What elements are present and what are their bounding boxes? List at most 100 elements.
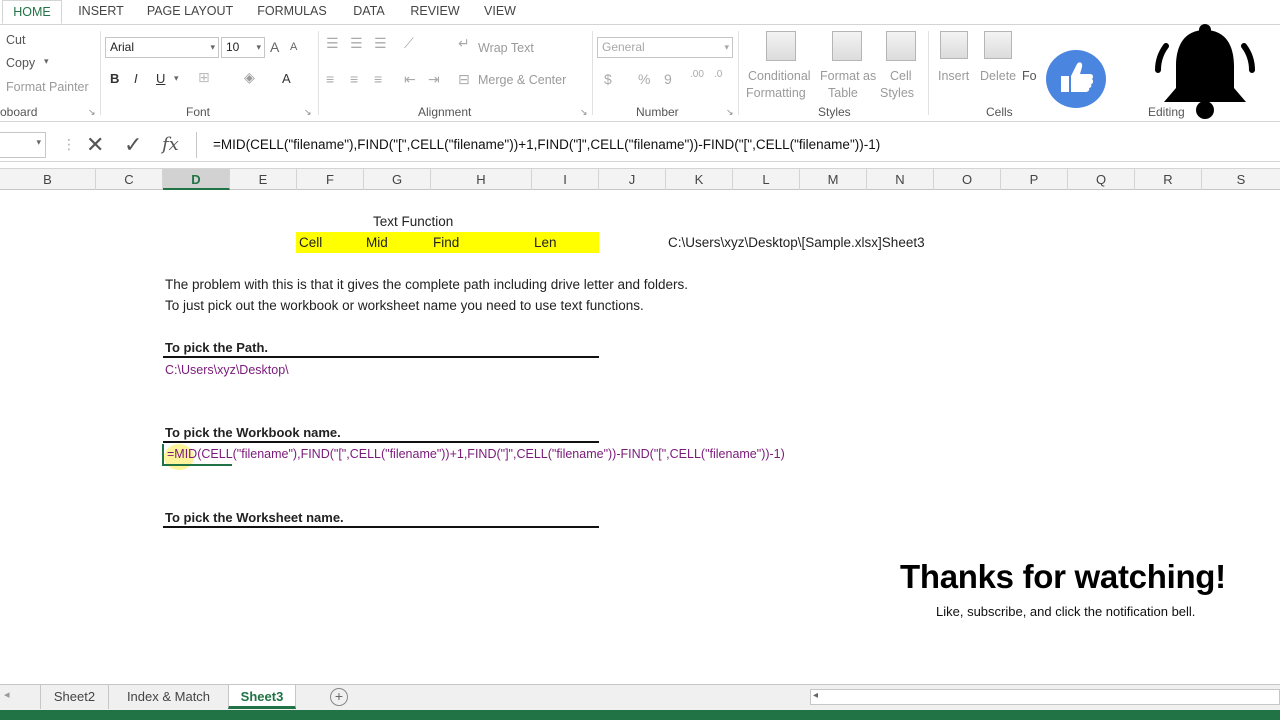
increase-decimal-icon[interactable]: .00	[690, 69, 704, 80]
cell-styles-label-2[interactable]: Styles	[880, 86, 914, 100]
chevron-down-icon[interactable]: ▾	[174, 73, 179, 84]
align-bottom-icon[interactable]: ☰	[374, 35, 387, 52]
enter-icon[interactable]: ✓	[124, 132, 142, 158]
orientation-icon[interactable]: ⟋	[404, 35, 414, 52]
italic-button[interactable]: I	[134, 71, 138, 86]
fill-color-icon[interactable]: ◈	[244, 69, 255, 86]
formula-input[interactable]: =MID(CELL("filename"),FIND("[",CELL("fil…	[196, 132, 1280, 158]
column-header-r[interactable]: R	[1135, 169, 1202, 190]
sheet-tab-sheet3[interactable]: Sheet3	[228, 685, 296, 709]
align-left-icon[interactable]: ≡	[326, 71, 334, 87]
format-painter-button[interactable]: Format Painter	[6, 80, 89, 94]
borders-icon[interactable]: ⊞	[198, 69, 210, 86]
format-as-table-label-1[interactable]: Format as	[820, 69, 876, 83]
path-value-cell[interactable]: C:\Users\xyz\Desktop\	[165, 363, 289, 377]
shrink-font-button[interactable]: A	[290, 41, 297, 53]
column-header-m[interactable]: M	[800, 169, 867, 190]
tab-data[interactable]: DATA	[344, 0, 394, 24]
tab-review[interactable]: REVIEW	[404, 0, 466, 24]
notification-bell-icon[interactable]	[1150, 20, 1260, 129]
align-right-icon[interactable]: ≡	[374, 71, 382, 87]
bold-button[interactable]: B	[110, 71, 119, 86]
increase-indent-icon[interactable]: ⇥	[428, 71, 440, 88]
column-header-f[interactable]: F	[297, 169, 364, 190]
sheet-tab-index-match[interactable]: Index & Match	[108, 685, 228, 709]
format-cells-button[interactable]: Fo	[1022, 69, 1037, 83]
align-top-icon[interactable]: ☰	[326, 35, 339, 52]
column-header-b[interactable]: B	[0, 169, 96, 190]
cell-styles-label-1[interactable]: Cell	[890, 69, 912, 83]
column-header-h[interactable]: H	[431, 169, 532, 190]
decrease-indent-icon[interactable]: ⇤	[404, 71, 416, 88]
path-heading-underline	[163, 356, 599, 358]
dialog-launcher-icon[interactable]: ↘	[88, 107, 96, 118]
column-header-o[interactable]: O	[934, 169, 1001, 190]
path-heading[interactable]: To pick the Path.	[165, 340, 268, 355]
scroll-left-icon[interactable]: ◂	[4, 688, 10, 701]
column-header-n[interactable]: N	[867, 169, 934, 190]
horizontal-scrollbar[interactable]: ◂	[810, 689, 1280, 705]
number-format-select[interactable]: General ▾	[597, 37, 733, 58]
align-middle-icon[interactable]: ☰	[350, 35, 363, 52]
insert-function-button[interactable]: fx	[162, 134, 179, 155]
column-header-g[interactable]: G	[364, 169, 431, 190]
clipboard-group-label: oboard	[0, 105, 38, 119]
name-box[interactable]: ▾	[0, 132, 46, 158]
column-header-e[interactable]: E	[230, 169, 297, 190]
currency-button[interactable]: $	[604, 71, 612, 87]
conditional-formatting-label-2[interactable]: Formatting	[746, 86, 806, 100]
scroll-left-arrow-icon[interactable]: ◂	[813, 690, 818, 701]
font-name-select[interactable]: Arial ▾	[105, 37, 219, 58]
font-color-button[interactable]: A	[282, 71, 291, 86]
cancel-icon[interactable]: ✕	[86, 132, 104, 158]
merge-center-button[interactable]: Merge & Center	[478, 73, 566, 87]
column-header-i[interactable]: I	[532, 169, 599, 190]
like-button[interactable]	[1046, 50, 1106, 108]
conditional-formatting-label-1[interactable]: Conditional	[748, 69, 811, 83]
align-center-icon[interactable]: ≡	[350, 71, 358, 87]
function-find-label[interactable]: Find	[433, 235, 459, 250]
function-len-label[interactable]: Len	[534, 235, 557, 250]
ribbon-divider	[100, 31, 101, 115]
tab-insert[interactable]: INSERT	[70, 0, 132, 24]
tab-home[interactable]: HOME	[2, 0, 62, 24]
column-header-k[interactable]: K	[666, 169, 733, 190]
insert-cells-button[interactable]: Insert	[938, 69, 969, 83]
wrap-text-button[interactable]: Wrap Text	[478, 41, 534, 55]
function-cell-label[interactable]: Cell	[299, 235, 322, 250]
workbook-formula-cell[interactable]: =MID(CELL("filename"),FIND("[",CELL("fil…	[167, 447, 785, 461]
percent-button[interactable]: %	[638, 71, 650, 87]
problem-text-line-2[interactable]: To just pick out the workbook or workshe…	[165, 298, 644, 313]
font-size-select[interactable]: 10 ▾	[221, 37, 265, 58]
column-header-d[interactable]: D	[163, 169, 230, 190]
delete-cells-button[interactable]: Delete	[980, 69, 1016, 83]
dialog-launcher-icon[interactable]: ↘	[726, 107, 734, 118]
column-header-s[interactable]: S	[1202, 169, 1280, 190]
chevron-down-icon[interactable]: ▾	[44, 56, 49, 67]
grow-font-button[interactable]: A	[270, 39, 279, 55]
column-header-p[interactable]: P	[1001, 169, 1068, 190]
underline-button[interactable]: U	[156, 71, 165, 86]
comma-button[interactable]: 9	[664, 71, 672, 87]
text-function-title[interactable]: Text Function	[373, 214, 453, 229]
column-header-q[interactable]: Q	[1068, 169, 1135, 190]
cut-button[interactable]: Cut	[6, 33, 25, 47]
tab-page-layout[interactable]: PAGE LAYOUT	[140, 0, 240, 24]
problem-text-line-1[interactable]: The problem with this is that it gives t…	[165, 277, 688, 292]
new-sheet-icon[interactable]: +	[330, 688, 348, 706]
function-mid-label[interactable]: Mid	[366, 235, 388, 250]
full-path-cell[interactable]: C:\Users\xyz\Desktop\[Sample.xlsx]Sheet3	[668, 235, 925, 250]
column-header-l[interactable]: L	[733, 169, 800, 190]
decrease-decimal-icon[interactable]: .0	[714, 69, 722, 80]
dialog-launcher-icon[interactable]: ↘	[304, 107, 312, 118]
tab-view[interactable]: VIEW	[476, 0, 524, 24]
worksheet-heading[interactable]: To pick the Worksheet name.	[165, 510, 344, 525]
tab-formulas[interactable]: FORMULAS	[250, 0, 334, 24]
column-header-j[interactable]: J	[599, 169, 666, 190]
workbook-heading[interactable]: To pick the Workbook name.	[165, 425, 341, 440]
dialog-launcher-icon[interactable]: ↘	[580, 107, 588, 118]
sheet-tab-sheet2[interactable]: Sheet2	[40, 685, 108, 709]
format-as-table-label-2[interactable]: Table	[828, 86, 858, 100]
copy-button[interactable]: Copy	[6, 56, 35, 70]
column-header-c[interactable]: C	[96, 169, 163, 190]
